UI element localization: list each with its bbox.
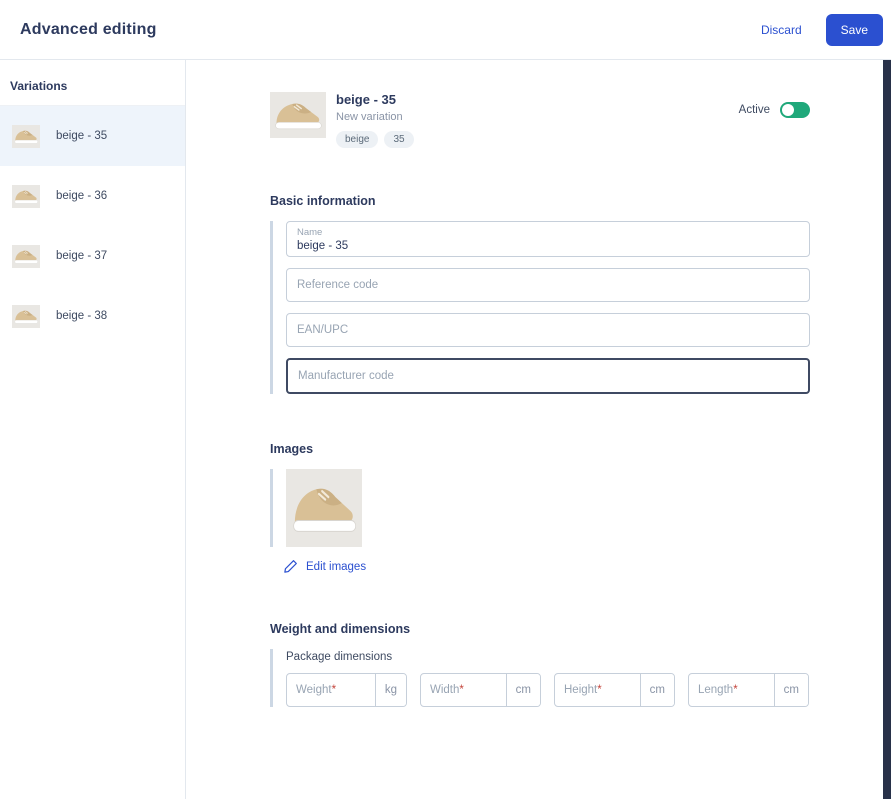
name-field-label: Name: [297, 227, 323, 239]
weight-input[interactable]: [287, 674, 375, 706]
active-label: Active: [738, 104, 770, 116]
package-dimensions-label: Package dimensions: [286, 651, 393, 663]
section-title-images: Images: [270, 442, 314, 456]
length-field: Length* cm: [688, 673, 809, 707]
sidebar-item-beige-36[interactable]: beige - 36: [0, 166, 185, 226]
variation-thumbnail-icon: [12, 185, 40, 208]
attribute-chip: beige: [336, 131, 379, 148]
page-body: Variations beige - 35 beige - 36 beige -…: [0, 60, 891, 799]
section-title-weight-dimensions: Weight and dimensions: [270, 622, 411, 636]
sidebar-item-beige-37[interactable]: beige - 37: [0, 226, 185, 286]
weight-dimensions-body: Package dimensions Weight* kg Width* cm …: [270, 649, 810, 707]
variation-title: beige - 35: [336, 92, 396, 107]
variation-meta: beige - 35 New variation beige 35: [336, 92, 414, 148]
section-weight-dimensions: Weight and dimensions Package dimensions…: [270, 622, 810, 707]
app-window: Advanced editing Discard Save Variations…: [0, 0, 891, 799]
manufacturer-code-field: [286, 358, 810, 394]
ean-upc-input[interactable]: [287, 324, 809, 336]
variation-thumbnail-icon: [12, 245, 40, 268]
basic-information-body: Name: [270, 221, 810, 394]
variations-sidebar: Variations beige - 35 beige - 36 beige -…: [0, 60, 186, 799]
height-input[interactable]: [555, 674, 640, 706]
height-field: Height* cm: [554, 673, 675, 707]
section-title-basic-information: Basic information: [270, 194, 376, 208]
section-basic-information: Basic information Name: [270, 194, 810, 394]
variation-item-label: beige - 37: [56, 250, 108, 262]
sidebar-item-beige-38[interactable]: beige - 38: [0, 286, 185, 346]
reference-code-field: [286, 268, 810, 302]
variation-image: [270, 92, 326, 138]
variation-item-label: beige - 36: [56, 190, 108, 202]
images-body: [270, 469, 810, 547]
variation-item-label: beige - 35: [56, 130, 108, 142]
scrollbar[interactable]: [883, 60, 891, 799]
edit-images-label: Edit images: [306, 560, 367, 573]
page-title: Advanced editing: [20, 20, 157, 38]
toggle-knob: [782, 104, 794, 116]
variation-list: beige - 35 beige - 36 beige - 37 beige -…: [0, 106, 185, 346]
discard-button[interactable]: Discard: [761, 23, 802, 37]
sidebar-title: Variations: [0, 60, 185, 106]
unit-label-cm: cm: [505, 674, 540, 706]
name-field: Name: [286, 221, 810, 257]
weight-field: Weight* kg: [286, 673, 407, 707]
unit-label-kg: kg: [374, 674, 406, 706]
reference-code-input[interactable]: [287, 279, 809, 291]
unit-label-cm: cm: [773, 674, 808, 706]
section-images: Images Edit images: [270, 442, 810, 574]
edit-images-button[interactable]: Edit images: [283, 559, 366, 574]
top-header: Advanced editing Discard Save: [0, 0, 891, 60]
manufacturer-code-input[interactable]: [288, 370, 808, 382]
pencil-icon: [284, 560, 297, 573]
name-input[interactable]: [287, 238, 809, 252]
ean-upc-field: [286, 313, 810, 347]
width-input[interactable]: [421, 674, 506, 706]
variation-item-label: beige - 38: [56, 310, 108, 322]
length-input[interactable]: [689, 674, 774, 706]
product-image[interactable]: [286, 469, 362, 547]
header-actions: Discard Save: [761, 13, 883, 46]
sidebar-item-beige-35[interactable]: beige - 35: [0, 106, 185, 166]
width-field: Width* cm: [420, 673, 541, 707]
save-button[interactable]: Save: [825, 13, 883, 46]
variation-subtitle: New variation: [336, 111, 403, 123]
variation-thumbnail-icon: [12, 305, 40, 328]
variation-thumbnail-icon: [12, 125, 40, 148]
main-content: beige - 35 New variation beige 35 Active: [186, 60, 891, 799]
dimensions-row: Weight* kg Width* cm Height* cm Length* …: [286, 673, 810, 707]
attribute-chip: 35: [384, 131, 414, 148]
active-toggle[interactable]: [780, 102, 810, 118]
attribute-chips: beige 35: [336, 131, 414, 148]
variation-header: beige - 35 New variation beige 35 Active: [270, 92, 810, 148]
unit-label-cm: cm: [639, 674, 674, 706]
active-control: Active: [739, 102, 810, 118]
